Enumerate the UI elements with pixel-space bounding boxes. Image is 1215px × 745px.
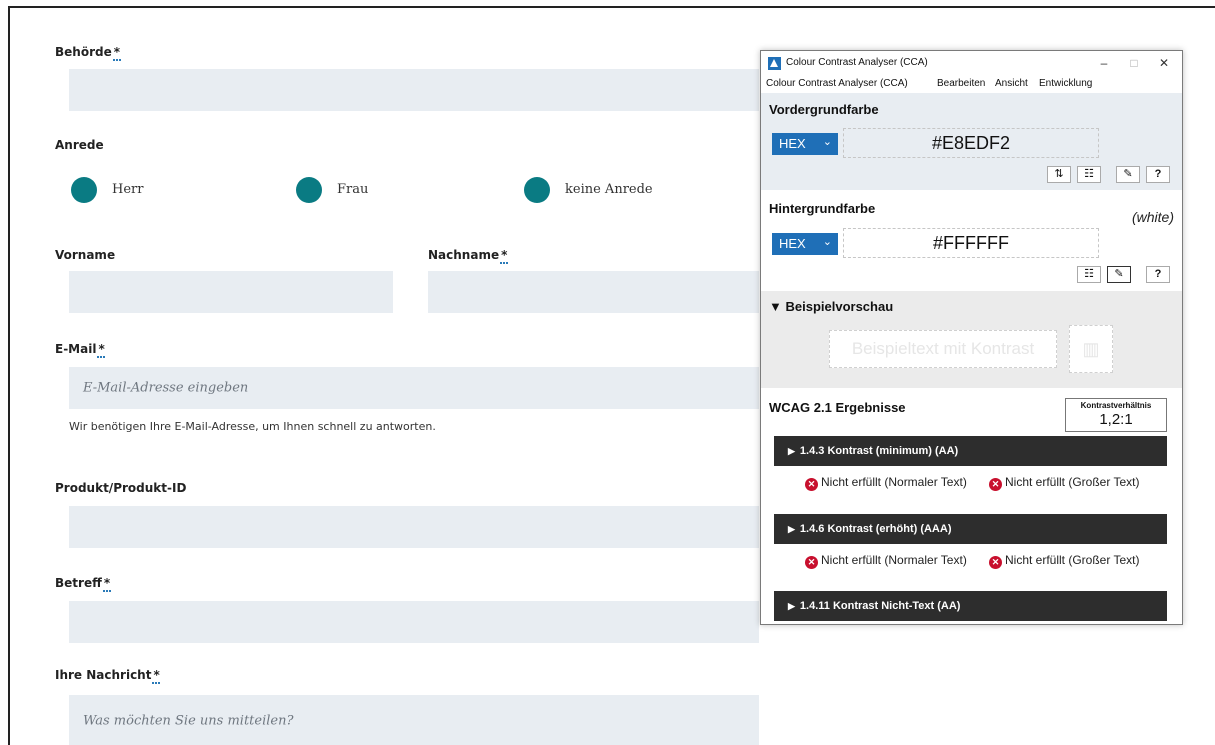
expand-icon: ▶ [788,446,795,456]
result-text: Nicht erfüllt (Großer Text) [1005,475,1140,489]
message-placeholder: Was möchten Sie uns mitteilen? [83,713,294,729]
product-label: Produkt/Produkt-ID [55,481,187,495]
sliders-icon[interactable]: ☷ [1077,266,1101,283]
result-text: Nicht erfüllt (Normaler Text) [821,475,967,489]
swap-icon[interactable]: ⇅ [1047,166,1071,183]
sliders-icon[interactable]: ☷ [1077,166,1101,183]
chart-icon: ▥ [1069,325,1113,373]
cca-window: Colour Contrast Analyser (CCA) – □ ✕ Col… [760,50,1183,625]
cca-window-title: Colour Contrast Analyser (CCA) [786,57,928,68]
wcag-title: WCAG 2.1 Ergebnisse [769,400,906,415]
cca-app-icon [768,57,781,70]
criterion-1-4-3[interactable]: ▶ 1.4.3 Kontrast (minimum) (AA) [774,436,1167,466]
chevron-down-icon: ⌄ [822,136,832,148]
eyedropper-icon[interactable]: ✎ [1107,266,1131,283]
foreground-hex-input[interactable]: #E8EDF2 [843,128,1099,158]
message-label: Ihre Nachricht * [55,668,161,684]
menu-cca[interactable]: Colour Contrast Analyser (CCA) [766,78,908,89]
required-marker: * [97,342,106,358]
wcag-results-section: WCAG 2.1 Ergebnisse Kontrastverhältnis 1… [761,388,1182,624]
background-hex-input[interactable]: #FFFFFF [843,228,1099,258]
result-text: Nicht erfüllt (Normaler Text) [821,553,967,567]
preview-title[interactable]: ▼ Beispielvorschau [769,299,893,314]
email-input[interactable]: E-Mail-Adresse eingeben [69,367,759,409]
close-button[interactable]: ✕ [1150,54,1178,72]
foreground-section: Vordergrundfarbe HEX ⌄ #E8EDF2 ⇅ ☷ ✎ ? [761,93,1182,190]
background-format-value: HEX [779,236,806,251]
result-large-text: ✕ Nicht erfüllt (Großer Text) [989,553,1174,569]
required-marker: * [500,248,509,264]
foreground-format-value: HEX [779,136,806,151]
subject-input[interactable] [69,601,759,643]
result-text: Nicht erfüllt (Großer Text) [1005,553,1140,567]
authority-label: Behörde * [55,45,122,61]
fail-icon: ✕ [805,478,818,491]
email-label: E-Mail * [55,342,106,358]
help-icon[interactable]: ? [1146,166,1170,183]
criterion-1-4-11[interactable]: ▶ 1.4.11 Kontrast Nicht-Text (AA) [774,591,1167,621]
preview-section: ▼ Beispielvorschau Beispieltext mit Kont… [761,291,1182,388]
criterion-label: 1.4.11 Kontrast Nicht-Text (AA) [799,600,961,612]
menu-entwicklung[interactable]: Entwicklung [1039,78,1092,89]
cca-menubar: Colour Contrast Analyser (CCA) Bearbeite… [761,75,1182,93]
background-title: Hintergrundfarbe [769,201,876,216]
radio-frau[interactable] [296,177,322,203]
fail-icon: ✕ [989,478,1002,491]
contrast-ratio-value: 1,2:1 [1099,411,1133,428]
radio-herr[interactable] [71,177,97,203]
foreground-format-select[interactable]: HEX ⌄ [772,133,838,155]
fail-icon: ✕ [805,556,818,569]
radio-keine-anrede-label[interactable]: keine Anrede [565,182,653,197]
required-marker: * [102,576,112,592]
radio-keine-anrede[interactable] [524,177,550,203]
criterion-1-4-6[interactable]: ▶ 1.4.6 Kontrast (erhöht) (AAA) [774,514,1167,544]
background-color-name: (white) [1131,209,1174,225]
maximize-button[interactable]: □ [1120,54,1148,72]
message-textarea[interactable]: Was möchten Sie uns mitteilen? [69,695,759,745]
chevron-down-icon: ⌄ [822,236,832,248]
result-normal-text: ✕ Nicht erfüllt (Normaler Text) [805,553,970,569]
salutation-label: Anrede [55,138,104,152]
preview-sample-text: Beispieltext mit Kontrast [829,330,1057,368]
subject-label: Betreff * [55,576,112,592]
help-icon[interactable]: ? [1146,266,1170,283]
email-hint: Wir benötigen Ihre E-Mail-Adresse, um Ih… [69,420,436,433]
expand-icon: ▶ [788,524,795,534]
first-name-input[interactable] [69,271,393,313]
contrast-ratio-box: Kontrastverhältnis 1,2:1 [1065,398,1167,432]
background-section: Hintergrundfarbe (white) HEX ⌄ #FFFFFF ☷… [761,192,1182,290]
minimize-button[interactable]: – [1090,54,1118,72]
menu-bearbeiten[interactable]: Bearbeiten [937,78,985,89]
radio-frau-label[interactable]: Frau [337,182,368,197]
contrast-ratio-label: Kontrastverhältnis [1080,401,1152,410]
menu-ansicht[interactable]: Ansicht [995,78,1028,89]
radio-herr-label[interactable]: Herr [112,182,143,197]
background-format-select[interactable]: HEX ⌄ [772,233,838,255]
authority-input[interactable] [69,69,759,111]
email-placeholder: E-Mail-Adresse eingeben [83,380,249,396]
last-name-input[interactable] [428,271,759,313]
result-large-text: ✕ Nicht erfüllt (Großer Text) [989,475,1174,491]
required-marker: * [112,45,122,61]
criterion-label: 1.4.3 Kontrast (minimum) (AA) [799,445,959,457]
expand-icon: ▶ [788,601,795,611]
first-name-label: Vorname [55,248,116,262]
cca-titlebar[interactable]: Colour Contrast Analyser (CCA) – □ ✕ [761,51,1182,75]
fail-icon: ✕ [989,556,1002,569]
foreground-title: Vordergrundfarbe [769,102,879,117]
required-marker: * [152,668,161,684]
eyedropper-icon[interactable]: ✎ [1116,166,1140,183]
product-input[interactable] [69,506,759,548]
last-name-label: Nachname * [428,248,509,264]
result-normal-text: ✕ Nicht erfüllt (Normaler Text) [805,475,970,491]
criterion-label: 1.4.6 Kontrast (erhöht) (AAA) [799,523,952,535]
